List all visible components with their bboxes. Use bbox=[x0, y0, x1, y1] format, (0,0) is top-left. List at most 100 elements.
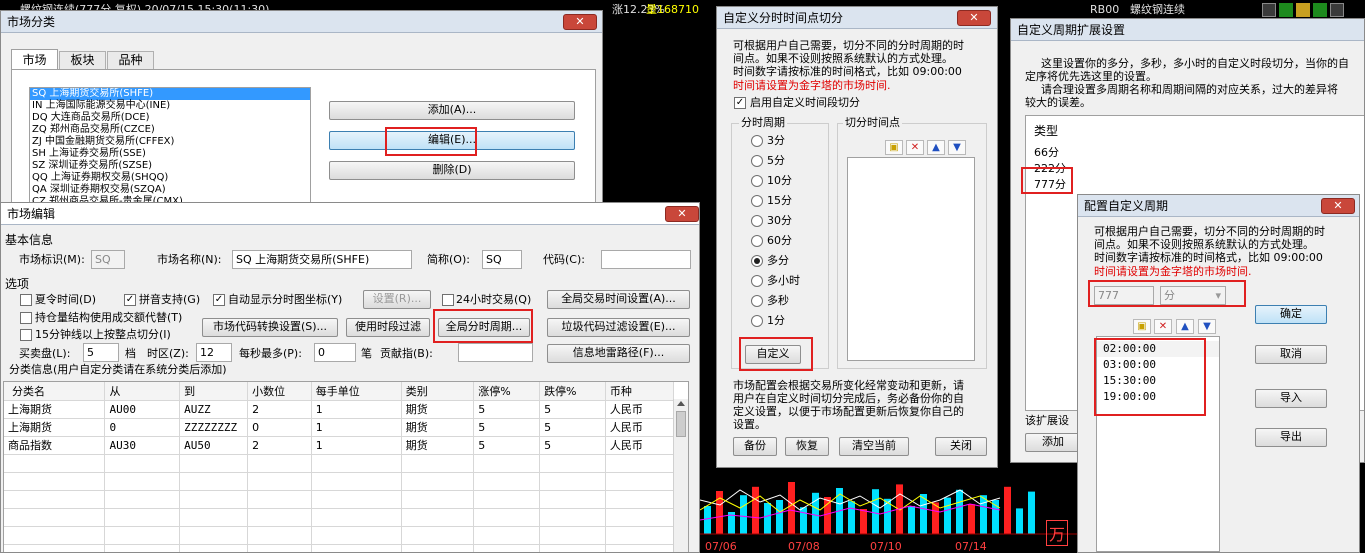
period-radio[interactable] bbox=[751, 295, 763, 307]
column-header[interactable]: 分类名 bbox=[4, 382, 106, 401]
table-row[interactable]: 上海期货 AU00 AUZZ 2 1 期货 5 5 人民币 bbox=[4, 400, 675, 419]
delete-icon[interactable]: ✕ bbox=[1154, 319, 1172, 334]
export-button[interactable]: 导出 bbox=[1255, 428, 1327, 447]
enable-custom-checkbox[interactable]: ✓ bbox=[734, 97, 746, 109]
garbage-filter-button[interactable]: 垃圾代码过滤设置(E)... bbox=[547, 318, 690, 337]
per-sec-input[interactable]: 0 bbox=[314, 343, 356, 362]
summer-time-checkbox[interactable] bbox=[20, 294, 32, 306]
market-item[interactable]: IN 上海国际能源交易中心(INE) bbox=[30, 100, 310, 112]
market-item[interactable]: SH 上海证券交易所(SSE) bbox=[30, 148, 310, 160]
24h-checkbox[interactable] bbox=[442, 294, 454, 306]
table-cell: AU30 bbox=[104, 436, 181, 455]
toolbar-icon[interactable] bbox=[1262, 3, 1276, 17]
column-header[interactable]: 类别 bbox=[401, 382, 475, 401]
market-class-titlebar[interactable]: 市场分类 bbox=[1, 11, 602, 33]
bid-unit: 档 bbox=[125, 347, 136, 360]
toolbar-icon[interactable] bbox=[1279, 3, 1293, 17]
period-radio[interactable] bbox=[751, 275, 763, 287]
use-time-filter-button[interactable]: 使用时段过滤 bbox=[346, 318, 430, 337]
market-item[interactable]: QA 深圳证券期权交易(SZQA) bbox=[30, 184, 310, 196]
autoshow-checkbox[interactable]: ✓ bbox=[213, 294, 225, 306]
folder-icon[interactable]: ▣ bbox=[885, 140, 903, 155]
table-row[interactable]: 上海期货 0 ZZZZZZZZ 0 1 期货 5 5 人民币 bbox=[4, 418, 675, 437]
delete-button[interactable]: 删除(D) bbox=[329, 161, 575, 180]
custom-split-titlebar[interactable]: 自定义分时时间点切分 bbox=[717, 7, 997, 29]
period-radio[interactable] bbox=[751, 215, 763, 227]
empty-row bbox=[4, 508, 675, 527]
arrow-up-icon[interactable]: ▲ bbox=[1176, 319, 1194, 334]
position-checkbox[interactable] bbox=[20, 312, 32, 324]
close-button[interactable]: ✕ bbox=[563, 14, 597, 30]
15min-checkbox[interactable] bbox=[20, 329, 32, 341]
arrow-down-icon[interactable]: ▼ bbox=[948, 140, 966, 155]
market-item[interactable]: DQ 大连商品交易所(DCE) bbox=[30, 112, 310, 124]
add-button[interactable]: 添加(A)... bbox=[329, 101, 575, 120]
close-dialog-button[interactable]: 关闭 bbox=[935, 437, 987, 456]
market-item[interactable]: QQ 上海证券期权交易(SHQQ) bbox=[30, 172, 310, 184]
period-radio[interactable] bbox=[751, 255, 763, 267]
market-item-selected[interactable]: SQ 上海期货交易所(SHFE) bbox=[30, 88, 310, 100]
market-id-input[interactable]: SQ bbox=[91, 250, 125, 269]
tab-variety[interactable]: 品种 bbox=[107, 51, 154, 69]
clear-current-button[interactable]: 清空当前 bbox=[839, 437, 909, 456]
ext-period-titlebar[interactable]: 自定义周期扩展设置 bbox=[1011, 19, 1364, 41]
market-item[interactable]: ZQ 郑州商品交易所(CZCE) bbox=[30, 124, 310, 136]
toolbar-icon[interactable] bbox=[1313, 3, 1327, 17]
column-header[interactable]: 每手单位 bbox=[311, 382, 402, 401]
add-button[interactable]: 添加 bbox=[1025, 433, 1081, 452]
period-radio[interactable] bbox=[751, 155, 763, 167]
bid-input[interactable]: 5 bbox=[83, 343, 119, 362]
column-header[interactable]: 从 bbox=[104, 382, 181, 401]
global-trade-time-button[interactable]: 全局交易时间设置(A)... bbox=[547, 290, 690, 309]
market-edit-titlebar[interactable]: 市场编辑 bbox=[1, 203, 699, 225]
market-listbox[interactable]: SQ 上海期货交易所(SHFE) IN 上海国际能源交易中心(INE) DQ 大连商… bbox=[29, 87, 311, 209]
settings-button[interactable]: 设置(R)... bbox=[363, 290, 431, 309]
close-button[interactable]: ✕ bbox=[665, 206, 699, 222]
contrib-input[interactable] bbox=[458, 343, 533, 362]
period-radio[interactable] bbox=[751, 315, 763, 327]
scroll-thumb[interactable] bbox=[676, 411, 686, 437]
code-input[interactable] bbox=[601, 250, 691, 269]
scroll-up-arrow-icon[interactable] bbox=[677, 401, 685, 406]
arrow-down-icon[interactable]: ▼ bbox=[1198, 319, 1216, 334]
tab-market[interactable]: 市场 bbox=[11, 49, 58, 71]
backup-button[interactable]: 备份 bbox=[733, 437, 777, 456]
short-name-input[interactable]: SQ bbox=[482, 250, 522, 269]
close-button[interactable]: ✕ bbox=[1321, 198, 1355, 214]
cancel-button[interactable]: 取消 bbox=[1255, 345, 1327, 364]
pinyin-checkbox[interactable]: ✓ bbox=[124, 294, 136, 306]
period-radio[interactable] bbox=[751, 135, 763, 147]
delete-icon[interactable]: ✕ bbox=[906, 140, 924, 155]
type-item[interactable]: 66分 bbox=[1034, 144, 1059, 160]
close-button[interactable]: ✕ bbox=[957, 10, 991, 26]
period-radio[interactable] bbox=[751, 195, 763, 207]
toolbar-icon[interactable] bbox=[1296, 3, 1310, 17]
info-mine-button[interactable]: 信息地雷路径(F)... bbox=[547, 344, 690, 363]
table-scrollbar[interactable] bbox=[673, 399, 688, 552]
market-item[interactable]: ZJ 中国金融期货交易所(CFFEX) bbox=[30, 136, 310, 148]
config-period-titlebar[interactable]: 配置自定义周期 bbox=[1078, 195, 1359, 217]
period-radio[interactable] bbox=[751, 175, 763, 187]
ok-button[interactable]: 确定 bbox=[1255, 305, 1327, 324]
table-row[interactable]: 商品指数 AU30 AU50 2 1 期货 5 5 人民币 bbox=[4, 436, 675, 455]
toolbar-icon[interactable] bbox=[1330, 3, 1344, 17]
column-header[interactable]: 到 bbox=[179, 382, 249, 401]
column-header[interactable]: 涨停% bbox=[473, 382, 541, 401]
column-header[interactable]: 小数位 bbox=[247, 382, 312, 401]
restore-button[interactable]: 恢复 bbox=[785, 437, 829, 456]
column-header[interactable]: 跌停% bbox=[539, 382, 606, 401]
arrow-up-icon[interactable]: ▲ bbox=[927, 140, 945, 155]
folder-icon[interactable]: ▣ bbox=[1133, 319, 1151, 334]
import-button[interactable]: 导入 bbox=[1255, 389, 1327, 408]
market-name-input[interactable]: SQ 上海期货交易所(SHFE) bbox=[232, 250, 412, 269]
table-cell: 5 bbox=[539, 418, 606, 437]
column-header[interactable]: 币种 bbox=[605, 382, 675, 401]
period-radio[interactable] bbox=[751, 235, 763, 247]
code-convert-button[interactable]: 市场代码转换设置(S)... bbox=[202, 318, 338, 337]
table-cell bbox=[104, 526, 181, 545]
zone-input[interactable]: 12 bbox=[196, 343, 232, 362]
15min-label: 15分钟线以上按整点切分(I) bbox=[35, 328, 171, 341]
tab-sector[interactable]: 板块 bbox=[59, 51, 106, 69]
market-item[interactable]: SZ 深圳证券交易所(SZSE) bbox=[30, 160, 310, 172]
points-listbox[interactable] bbox=[847, 157, 975, 361]
